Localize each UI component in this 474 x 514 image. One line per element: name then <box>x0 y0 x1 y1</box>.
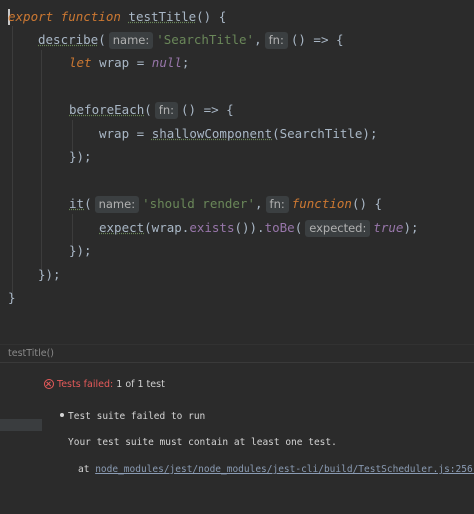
error-circle-icon <box>44 379 54 389</box>
code-line-9[interactable]: it(name:'should render', fn: function() { <box>69 193 382 215</box>
param-hint-fn: fn: <box>265 196 289 213</box>
code-line-12[interactable]: }); <box>38 264 61 286</box>
test-tree-selected-row[interactable] <box>0 419 42 431</box>
error-message: Your test suite must contain at least on… <box>68 437 337 448</box>
indent-guide <box>12 26 13 296</box>
failed-count: 1 <box>116 379 123 390</box>
test-status: Tests failed: 1 of 1 test <box>44 379 165 390</box>
code-editor[interactable]: export function testTitle() { describe(n… <box>0 0 474 362</box>
code-line-5[interactable]: beforeEach(fn:() => { <box>69 99 234 121</box>
breadcrumb[interactable]: testTitle() <box>0 344 474 363</box>
code-line-10[interactable]: expect(wrap.exists()).toBe(expected: true… <box>99 217 419 239</box>
breadcrumb-item[interactable]: testTitle() <box>8 348 54 359</box>
stack-trace-link[interactable]: node_modules/jest/node_modules/jest-cli/… <box>95 464 474 475</box>
code-line-1[interactable]: export function testTitle() { <box>8 6 226 28</box>
code-line-11[interactable]: }); <box>69 240 92 262</box>
code-line-7[interactable]: }); <box>69 146 92 168</box>
param-hint-fn: fn: <box>264 32 288 49</box>
param-hint-name: name: <box>108 32 154 49</box>
code-line-6[interactable]: wrap = shallowComponent(SearchTitle); <box>99 123 377 145</box>
param-hint-fn: fn: <box>154 102 179 119</box>
code-line-3[interactable]: let wrap = null; <box>69 52 189 74</box>
status-suffix: of 1 test <box>125 379 165 390</box>
suite-message: Test suite failed to run <box>60 411 205 422</box>
code-line-2[interactable]: describe(name: 'SearchTitle', fn:() => { <box>38 29 344 51</box>
param-hint-name: name: <box>94 196 140 213</box>
code-line-13[interactable]: } <box>8 287 16 309</box>
stack-trace: at node_modules/jest/node_modules/jest-c… <box>78 464 474 475</box>
indent-guide <box>41 50 42 272</box>
test-results-panel: Tests failed: 1 of 1 test Test suite fai… <box>0 362 474 514</box>
param-hint-expected: expected: <box>305 220 371 237</box>
status-label: Tests failed: <box>57 379 114 390</box>
bullet-icon <box>60 413 64 417</box>
